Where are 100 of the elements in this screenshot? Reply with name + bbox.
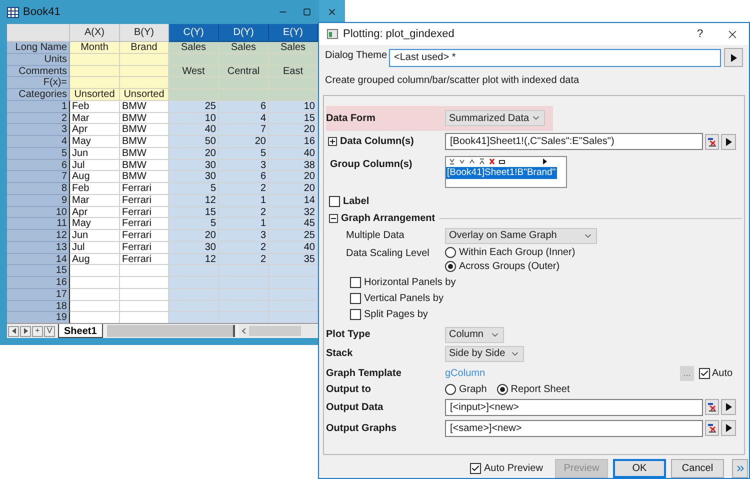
field-label: Output Graphs <box>326 422 397 434</box>
table-cell <box>120 265 169 277</box>
checkbox[interactable] <box>470 463 481 474</box>
table-cell: 25 <box>169 100 219 112</box>
select-range-button[interactable] <box>705 420 719 436</box>
theme-field[interactable]: <Last used> * <box>389 48 721 67</box>
menu-arrow-button[interactable] <box>721 420 736 436</box>
scroll-left-icon <box>242 328 246 334</box>
row-label: Categories <box>7 89 70 101</box>
table-cell: Apr <box>70 124 120 136</box>
table-cell: Jul <box>70 160 120 172</box>
table-cell <box>219 288 269 300</box>
expand-button[interactable] <box>732 459 748 478</box>
table-cell <box>70 265 120 277</box>
table-cell <box>70 277 120 289</box>
collapse-icon[interactable] <box>329 214 338 224</box>
dropdown[interactable]: Overlay on Same Graph <box>445 228 597 244</box>
header-cell <box>70 66 120 78</box>
radio-button[interactable] <box>496 384 508 396</box>
table-cell: 16 <box>269 136 318 148</box>
close-button[interactable] <box>319 0 345 24</box>
row-number: 5 <box>7 148 70 160</box>
help-button[interactable]: ? <box>685 23 715 45</box>
header-cell: Sales <box>269 42 318 54</box>
radio-label: Graph <box>459 383 487 398</box>
table-cell: 12 <box>169 254 219 266</box>
play-icon <box>726 403 732 412</box>
checkbox[interactable] <box>350 309 361 320</box>
field-label: Output Data <box>326 402 384 413</box>
header-cell <box>169 54 219 66</box>
table-cell: 40 <box>169 124 219 136</box>
table-cell: BMW <box>120 124 169 136</box>
close-icon <box>327 7 337 17</box>
row-number: 8 <box>7 183 70 195</box>
list-box[interactable]: [Book41]Sheet1!B"Brand" <box>445 156 567 188</box>
list-item[interactable]: [Book41]Sheet1!B"Brand" <box>446 166 557 179</box>
table-cell <box>120 288 169 300</box>
table-cell <box>169 277 219 289</box>
expand-icon[interactable] <box>328 137 337 146</box>
row-number: 7 <box>7 171 70 183</box>
dropdown[interactable]: Column <box>445 326 504 343</box>
next-sheet-button[interactable] <box>20 326 31 336</box>
dropdown[interactable]: Summarized Data <box>445 110 545 126</box>
table-cell: Aug <box>70 254 120 266</box>
table-cell: 20 <box>169 148 219 160</box>
input-field[interactable]: [<input>]<new> <box>445 398 703 416</box>
dropdown[interactable]: Side by Side <box>445 346 524 362</box>
table-cell: 45 <box>269 218 318 230</box>
row-number: 17 <box>7 288 70 300</box>
column-header[interactable]: E(Y) <box>269 24 318 42</box>
row-number: 15 <box>7 265 70 277</box>
dialog-button[interactable]: Cancel <box>671 459 724 478</box>
checkbox[interactable] <box>350 293 361 304</box>
column-header[interactable]: D(Y) <box>219 24 269 42</box>
radio-button[interactable] <box>445 247 456 258</box>
table-cell <box>269 312 318 323</box>
table-cell: Ferrari <box>120 218 169 230</box>
table-cell: 2 <box>219 242 269 254</box>
column-header[interactable]: C(Y) <box>169 24 219 42</box>
checkbox[interactable] <box>699 368 710 380</box>
header-cell: Brand <box>120 42 169 54</box>
header-cell: Unsorted <box>120 89 169 101</box>
header-cell <box>70 77 120 89</box>
table-cell: Ferrari <box>120 183 169 195</box>
input-field[interactable]: [<same>]<new> <box>445 420 703 437</box>
row-label: F(x)= <box>7 77 70 89</box>
menu-arrow-button[interactable] <box>721 134 736 150</box>
table-cell <box>269 265 318 277</box>
table-cell: Feb <box>70 183 120 195</box>
left-triangle-icon <box>12 328 16 334</box>
select-range-button[interactable] <box>705 134 719 150</box>
dialog-button[interactable]: OK <box>613 459 666 478</box>
table-cell: 20 <box>219 136 269 148</box>
header-cell <box>70 54 120 66</box>
range-pick-icon <box>707 423 717 434</box>
window-title: Book41 <box>23 4 60 20</box>
sheet-nav-button[interactable]: + <box>32 326 43 336</box>
column-header[interactable]: B(Y) <box>120 24 169 42</box>
checkbox[interactable] <box>350 277 361 288</box>
previous-sheet-button[interactable] <box>8 326 19 336</box>
sheet-tab[interactable]: Sheet1 <box>58 324 103 338</box>
table-cell: Apr <box>70 206 120 218</box>
checkbox[interactable] <box>329 196 340 208</box>
header-cell <box>169 77 219 89</box>
field-label: Stack <box>326 348 353 360</box>
menu-arrow-button[interactable] <box>724 48 743 68</box>
sheet-nav-button[interactable]: V <box>44 326 55 336</box>
horizontal-scrollbar[interactable] <box>238 325 319 337</box>
select-range-button[interactable] <box>705 399 719 416</box>
checkbox-label: Label <box>343 195 370 210</box>
table-cell <box>219 265 269 277</box>
checkbox-label: Auto Preview <box>484 462 543 476</box>
radio-button[interactable] <box>445 261 456 272</box>
menu-arrow-button[interactable] <box>721 399 736 416</box>
corner-cell[interactable] <box>7 24 70 42</box>
column-header[interactable]: A(X) <box>70 24 120 42</box>
radio-button[interactable] <box>445 384 456 396</box>
description-text: Create grouped column/bar/scatter plot with indexed data <box>325 74 580 86</box>
row-number: 6 <box>7 160 70 172</box>
input-field[interactable]: [Book41]Sheet1!(,C"Sales":E"Sales") <box>445 133 703 150</box>
